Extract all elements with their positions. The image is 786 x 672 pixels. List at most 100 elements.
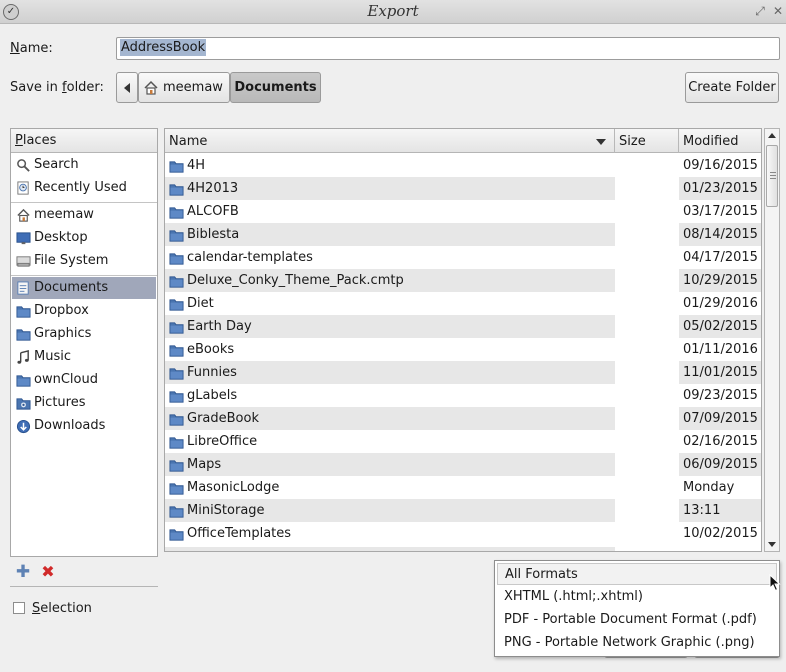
scroll-down-icon[interactable]: [768, 542, 776, 547]
place-item-music[interactable]: Music: [12, 346, 156, 368]
folder-icon: [169, 389, 184, 403]
table-row[interactable]: calendar-templates 04/17/2015: [165, 246, 761, 269]
selection-checkbox[interactable]: [13, 602, 25, 614]
breadcrumb-back-button[interactable]: [116, 72, 138, 103]
folder-icon: [169, 435, 184, 449]
place-item-label: Music: [34, 349, 71, 364]
table-row[interactable]: Deluxe_Conky_Theme_Pack.cmtp 10/29/2015: [165, 269, 761, 292]
folder-icon: [169, 251, 184, 265]
column-header-name[interactable]: Name: [165, 129, 615, 153]
file-name: eBooks: [187, 342, 235, 357]
table-row[interactable]: GradeBook 07/09/2015: [165, 407, 761, 430]
file-name-cell: ALCOFB: [165, 200, 615, 223]
file-name-cell: 4H: [165, 154, 615, 177]
table-row[interactable]: 4H2013 01/23/2015: [165, 177, 761, 200]
file-modified: Monday: [683, 480, 735, 495]
column-size-label: Size: [619, 134, 646, 149]
place-item-downloads[interactable]: Downloads: [12, 415, 156, 437]
place-item-documents[interactable]: Documents: [12, 277, 156, 299]
scroll-up-icon[interactable]: [768, 133, 776, 138]
table-row[interactable]: eBooks 01/11/2016: [165, 338, 761, 361]
file-name: ALCOFB: [187, 204, 239, 219]
file-modified: 01/11/2016: [683, 342, 758, 357]
name-value: AddressBook: [120, 39, 207, 56]
table-row[interactable]: Earth Day 05/02/2015: [165, 315, 761, 338]
scrollbar-thumb[interactable]: [766, 145, 778, 207]
place-item-owncloud[interactable]: ownCloud: [12, 369, 156, 391]
file-modified: 01/23/2015: [679, 177, 761, 200]
format-option[interactable]: XHTML (.html;.xhtml): [497, 586, 777, 608]
table-row[interactable]: Maps 06/09/2015: [165, 453, 761, 476]
file-size-cell: [615, 200, 679, 223]
file-name: 4H2013: [187, 181, 239, 196]
table-row[interactable]: MasonicLodge Monday: [165, 476, 761, 499]
table-row[interactable]: gLabels 09/23/2015: [165, 384, 761, 407]
place-item-search[interactable]: Search: [12, 154, 156, 176]
folder-icon: [16, 373, 31, 387]
places-header[interactable]: Places: [11, 129, 157, 153]
recent-icon: [16, 181, 31, 195]
remove-bookmark-icon[interactable]: ✖: [40, 564, 56, 580]
format-option[interactable]: All Formats: [497, 563, 777, 585]
file-list-scrollbar[interactable]: [764, 128, 780, 552]
file-name-cell: LibreOffice: [165, 430, 615, 453]
place-item-label: Documents: [34, 280, 109, 295]
downloads-icon: [16, 419, 31, 434]
file-size-cell: [615, 269, 679, 292]
place-item-label: Dropbox: [34, 303, 89, 318]
table-row[interactable]: ALCOFB 03/17/2015: [165, 200, 761, 223]
file-size-cell: [615, 522, 679, 545]
format-option[interactable]: PNG - Portable Network Graphic (.png): [497, 632, 777, 654]
home-icon: [16, 208, 31, 222]
create-folder-button[interactable]: Create Folder: [685, 72, 779, 103]
file-size-cell: [615, 338, 679, 361]
file-size-cell: [615, 361, 679, 384]
column-name-label: Name: [169, 134, 208, 149]
file-modified: 03/17/2015: [683, 204, 758, 219]
table-row[interactable]: 4H 09/16/2015: [165, 154, 761, 177]
file-name-cell: Biblesta: [165, 223, 615, 246]
breadcrumb-home-button[interactable]: meemaw: [138, 72, 230, 103]
folder-icon: [169, 343, 184, 357]
table-row[interactable]: Diet 01/29/2016: [165, 292, 761, 315]
window-title: Export: [367, 2, 419, 20]
place-item-graphics[interactable]: Graphics: [12, 323, 156, 345]
folder-icon: [169, 297, 184, 311]
column-header-modified[interactable]: Modified: [679, 129, 761, 153]
file-size-cell: [615, 292, 679, 315]
add-bookmark-icon[interactable]: ✚: [15, 564, 31, 581]
format-option[interactable]: PDF - Portable Document Format (.pdf): [497, 609, 777, 631]
table-row[interactable]: LibreOffice 02/16/2015: [165, 430, 761, 453]
breadcrumb-documents-button[interactable]: Documents: [230, 72, 321, 103]
column-modified-label: Modified: [683, 134, 739, 149]
file-size-cell: [615, 476, 679, 499]
file-modified: 13:11: [679, 499, 761, 522]
place-item-desktop[interactable]: Desktop: [12, 227, 156, 249]
close-icon[interactable]: ✕: [770, 3, 786, 19]
format-dropdown-list: All Formats XHTML (.html;.xhtml) PDF - Por…: [494, 560, 780, 657]
name-input[interactable]: AddressBook: [116, 37, 780, 60]
folder-icon: [169, 412, 184, 426]
selection-label[interactable]: Selection: [32, 601, 92, 616]
file-modified: 04/17/2015: [683, 250, 758, 265]
place-item-meemaw[interactable]: meemaw: [12, 204, 156, 226]
file-name: Maps: [187, 457, 222, 472]
place-item-pictures[interactable]: Pictures: [12, 392, 156, 414]
file-modified: 05/02/2015: [679, 315, 761, 338]
place-item-file-system[interactable]: File System: [12, 250, 156, 272]
place-item-label: Recently Used: [34, 180, 127, 195]
places-separator: [11, 202, 157, 203]
column-header-size[interactable]: Size: [615, 129, 679, 153]
file-name: LibreOffice: [187, 434, 258, 449]
table-row[interactable]: MiniStorage 13:11: [165, 499, 761, 522]
place-item-recently-used[interactable]: Recently Used: [12, 177, 156, 199]
place-item-dropbox[interactable]: Dropbox: [12, 300, 156, 322]
table-row[interactable]: Biblesta 08/14/2015: [165, 223, 761, 246]
documents-icon: [16, 281, 31, 295]
table-row[interactable]: Funnies 11/01/2015: [165, 361, 761, 384]
file-name-cell: MiniStorage: [165, 499, 615, 522]
place-item-label: Search: [34, 157, 79, 172]
table-row[interactable]: OfficeTemplates 10/02/2015: [165, 522, 761, 545]
maximize-icon[interactable]: ⤢: [752, 3, 768, 19]
file-size-cell: [615, 499, 679, 522]
